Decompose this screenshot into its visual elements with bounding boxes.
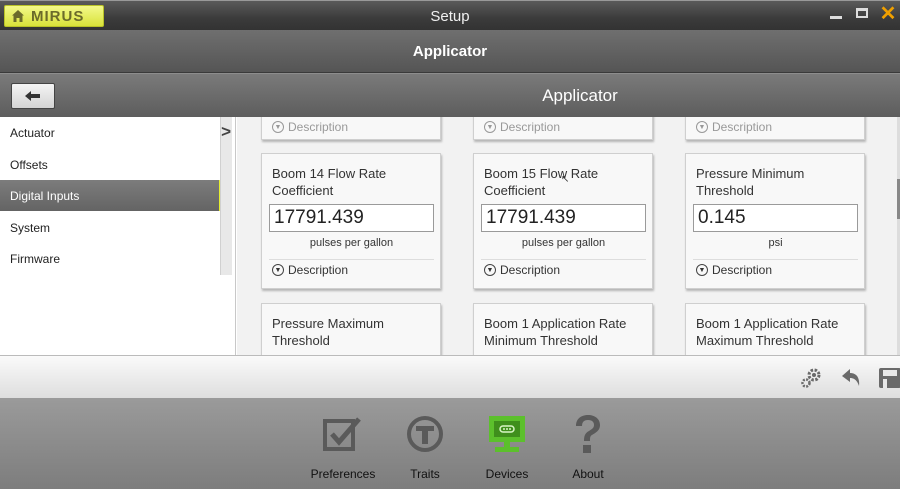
settings-card-partial: ▼ Description <box>473 117 653 140</box>
description-toggle[interactable]: ▼ Description <box>696 120 772 134</box>
dock-label: Preferences <box>310 467 376 481</box>
action-toolbar <box>0 355 900 399</box>
sidebar-item-label: Firmware <box>10 251 60 266</box>
settings-card-boom1-rate-min: Boom 1 Application Rate Minimum Threshol… <box>473 303 653 355</box>
dock-item-preferences[interactable]: Preferences <box>303 413 383 487</box>
back-arrow-icon <box>25 91 40 101</box>
card-title: Boom 1 Application Rate Minimum Threshol… <box>484 316 627 348</box>
traits-icon <box>404 413 446 455</box>
chevron-down-icon: ▼ <box>272 264 284 276</box>
window-titlebar: MIRUS Setup ✕ <box>0 0 900 30</box>
sidebar-item-offsets[interactable]: Offsets <box>0 149 232 180</box>
chevron-down-icon: ▼ <box>484 121 496 133</box>
nav-bar: Applicator <box>0 73 900 117</box>
sidebar-item-label: System <box>10 220 51 235</box>
unit-label: pulses per gallon <box>309 237 394 249</box>
description-label: Description <box>712 120 773 134</box>
sidebar: Actuator Offsets Digital Inputs System F… <box>0 117 236 355</box>
undo-icon[interactable] <box>838 366 864 390</box>
sidebar-item-firmware[interactable]: Firmware <box>0 243 232 274</box>
value-input[interactable]: 0.145 <box>693 204 858 232</box>
window-title: Setup <box>430 8 470 25</box>
description-toggle[interactable]: ▼ Description <box>696 263 772 277</box>
card-title: Boom 1 Application Rate Maximum Threshol… <box>696 316 839 348</box>
save-icon[interactable] <box>876 366 900 390</box>
chevron-right-icon[interactable]: > <box>221 122 231 142</box>
dock-label: Devices <box>485 467 529 481</box>
description-label: Description <box>288 120 349 134</box>
settings-card-pressure-min: Pressure Minimum Threshold 0.145 psi ▼ D… <box>685 153 865 289</box>
settings-card-boom15-flow: Boom 15 Flow Rate Coefficient 17791.439 … <box>473 153 653 289</box>
nav-title: Applicator <box>542 86 618 105</box>
sidebar-item-label: Offsets <box>10 157 48 172</box>
description-toggle[interactable]: ▼ Description <box>484 263 560 277</box>
description-label: Description <box>500 263 561 277</box>
sidebar-item-label: Digital Inputs <box>10 188 80 203</box>
chevron-down-icon: ▼ <box>696 264 708 276</box>
chevron-down-icon: ▼ <box>272 121 284 133</box>
maximize-icon <box>856 8 868 18</box>
unit-label: psi <box>768 237 783 249</box>
description-label: Description <box>288 263 349 277</box>
settings-card-boom14-flow: Boom 14 Flow Rate Coefficient 17791.439 … <box>261 153 441 289</box>
bottom-dock: Preferences Traits Devices About <box>0 399 900 489</box>
description-label: Description <box>500 120 561 134</box>
settings-card-pressure-max: Pressure Maximum Threshold <box>261 303 441 355</box>
checkbox-icon <box>322 413 364 455</box>
dock-label: About <box>572 467 604 481</box>
question-icon <box>567 413 609 455</box>
back-button[interactable] <box>11 83 55 109</box>
mouse-cursor-icon: ↖ <box>561 174 570 185</box>
dock-label: Traits <box>410 467 440 481</box>
divider <box>269 259 434 260</box>
maximize-button[interactable] <box>854 5 870 21</box>
settings-content: ▼ Description ▼ Description ▼ Descriptio… <box>237 117 900 355</box>
description-toggle[interactable]: ▼ Description <box>484 120 560 134</box>
sidebar-item-system[interactable]: System <box>0 212 232 243</box>
chevron-down-icon: ▼ <box>696 121 708 133</box>
description-toggle[interactable]: ▼ Description <box>272 120 348 134</box>
close-button[interactable]: ✕ <box>880 3 897 25</box>
dock-item-devices[interactable]: Devices <box>467 413 547 487</box>
card-title: Boom 14 Flow Rate Coefficient <box>272 166 387 198</box>
sidebar-item-digital-inputs[interactable]: Digital Inputs <box>0 180 232 211</box>
monitor-icon <box>486 413 528 455</box>
settings-card-partial: ▼ Description <box>261 117 441 140</box>
divider <box>693 259 858 260</box>
sidebar-item-actuator[interactable]: Actuator <box>0 117 232 148</box>
card-title: Pressure Maximum Threshold <box>272 316 384 348</box>
minimize-button[interactable] <box>828 5 844 21</box>
chevron-down-icon: ▼ <box>484 264 496 276</box>
section-header: Applicator <box>0 30 900 73</box>
unit-label: pulses per gallon <box>521 237 606 249</box>
close-icon: ✕ <box>879 2 897 25</box>
value-input[interactable]: 17791.439 <box>481 204 646 232</box>
sidebar-item-label: Actuator <box>10 125 55 140</box>
dock-item-about[interactable]: About <box>548 413 628 487</box>
settings-card-boom1-rate-max: Boom 1 Application Rate Maximum Threshol… <box>685 303 865 355</box>
gears-icon[interactable] <box>799 366 825 390</box>
section-title: Applicator <box>412 42 488 60</box>
description-toggle[interactable]: ▼ Description <box>272 263 348 277</box>
dock-item-traits[interactable]: Traits <box>385 413 465 487</box>
description-label: Description <box>712 263 773 277</box>
value-input[interactable]: 17791.439 <box>269 204 434 232</box>
card-title: Pressure Minimum Threshold <box>696 166 805 198</box>
divider <box>481 259 646 260</box>
minimize-icon <box>830 15 842 19</box>
settings-card-partial: ▼ Description <box>685 117 865 140</box>
